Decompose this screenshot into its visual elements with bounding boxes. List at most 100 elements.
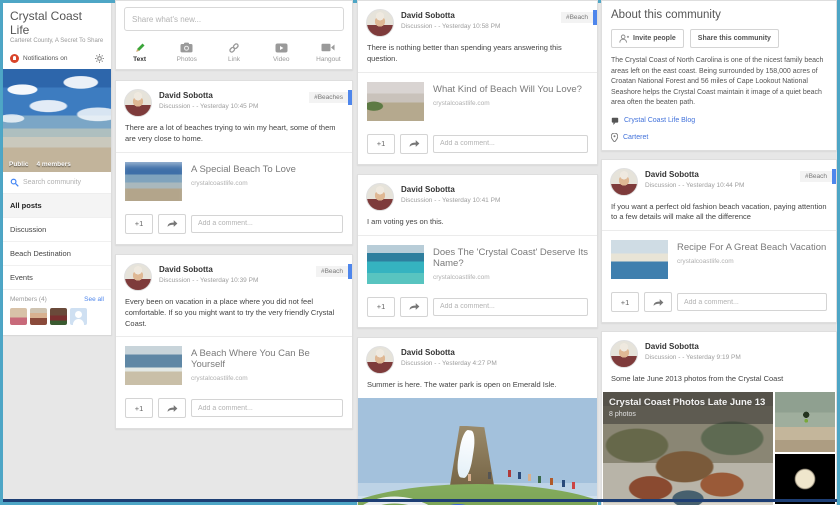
plus-one-button[interactable]: +1: [125, 213, 153, 234]
comment-input[interactable]: [191, 214, 343, 233]
link-attachment[interactable]: A Beach Where You Can Be Yourself crysta…: [116, 336, 352, 394]
community-blog-link[interactable]: Crystal Coast Life Blog: [611, 117, 827, 125]
author-name[interactable]: David Sobotta: [159, 89, 258, 100]
tab-photos[interactable]: Photos: [163, 41, 210, 63]
category-badge[interactable]: #Beach: [315, 265, 348, 277]
author-avatar[interactable]: [366, 182, 394, 211]
community-sidebar: Crystal Coast Life Carteret County, A Se…: [3, 3, 112, 335]
new-post-marker: [832, 168, 836, 184]
plus-one-button[interactable]: +1: [367, 296, 395, 317]
author-name[interactable]: David Sobotta: [401, 9, 500, 20]
author-avatar[interactable]: [124, 89, 152, 117]
share-button[interactable]: [400, 133, 428, 154]
about-description: The Crystal Coast of North Carolina is o…: [611, 57, 824, 106]
link-thumbnail[interactable]: [367, 244, 424, 284]
post-body: Summer is here. The water park is open o…: [367, 379, 557, 389]
plus-one-button[interactable]: +1: [367, 133, 395, 154]
notifications-toggle[interactable]: Notifications on: [3, 50, 111, 69]
tab-link[interactable]: Link: [210, 41, 257, 63]
window-frame-bottom: [3, 499, 837, 502]
author-name[interactable]: David Sobotta: [401, 183, 500, 194]
link-title[interactable]: Recipe For A Great Beach Vacation: [677, 240, 826, 253]
community-location-link[interactable]: Carteret: [611, 132, 827, 142]
member-avatar[interactable]: [50, 308, 67, 325]
community-cover-photo[interactable]: Public 4 members: [3, 69, 111, 172]
see-all-link[interactable]: See all: [84, 296, 104, 303]
comment-input[interactable]: [433, 134, 588, 153]
share-community-button[interactable]: Share this community: [689, 29, 779, 48]
members-header: Members (4) See all: [3, 290, 111, 306]
comment-input[interactable]: [677, 293, 827, 312]
about-community-card: About this community Invite people Share…: [601, 0, 837, 151]
pencil-icon: [116, 41, 163, 54]
author-avatar[interactable]: [610, 167, 638, 196]
category-badge[interactable]: #Beaches: [309, 92, 348, 103]
link-source: crystalcoastlife.com: [191, 179, 248, 187]
sidebar-item-beach-destination[interactable]: Beach Destination: [3, 242, 111, 266]
author-avatar[interactable]: [610, 340, 638, 369]
category-badge[interactable]: #Beach: [560, 12, 593, 23]
tab-video[interactable]: Video: [258, 41, 305, 63]
link-thumbnail[interactable]: [611, 240, 668, 280]
share-button[interactable]: [400, 296, 428, 317]
sidebar-item-events[interactable]: Events: [3, 266, 111, 290]
community-search[interactable]: Search community: [3, 172, 111, 194]
album-photo-moon[interactable]: [775, 454, 835, 505]
invite-people-button[interactable]: Invite people: [611, 29, 684, 48]
link-title[interactable]: A Beach Where You Can Be Yourself: [191, 346, 343, 370]
album-photo-child-jumping[interactable]: [775, 392, 835, 453]
member-avatar-placeholder[interactable]: [70, 308, 87, 325]
share-input[interactable]: [124, 7, 344, 31]
google-plus-community-page: Crystal Coast Life Carteret County, A Se…: [0, 0, 840, 505]
link-title[interactable]: What Kind of Beach Will You Love?: [433, 82, 582, 95]
tab-text[interactable]: Text: [116, 41, 163, 63]
member-avatar[interactable]: [30, 308, 47, 325]
post-meta: Discussion - - Yesterday 10:39 PM: [159, 276, 259, 284]
link-attachment[interactable]: A Special Beach To Love crystalcoastlife…: [116, 151, 352, 210]
new-post-marker: [348, 263, 352, 279]
sidebar-item-discussion[interactable]: Discussion: [3, 218, 111, 242]
share-button[interactable]: [644, 292, 672, 313]
share-button[interactable]: [158, 213, 186, 234]
link-source: crystalcoastlife.com: [677, 258, 734, 266]
water-park-photo[interactable]: [358, 397, 597, 505]
link-title[interactable]: Does The 'Crystal Coast' Deserve Its Nam…: [433, 245, 588, 269]
author-avatar[interactable]: [366, 9, 394, 37]
sidebar-item-all-posts[interactable]: All posts: [3, 194, 111, 218]
community-title: Crystal Coast Life: [10, 9, 83, 37]
post-card: David Sobotta Discussion - - Yesterday 1…: [357, 173, 598, 328]
share-button[interactable]: [158, 398, 186, 419]
new-post-marker: [593, 10, 597, 25]
author-avatar[interactable]: [124, 262, 152, 291]
author-name[interactable]: David Sobotta: [645, 340, 741, 351]
album-photo-count: 8 photos: [609, 411, 636, 419]
post-card: David Sobotta Discussion - - Yesterday 9…: [601, 331, 837, 505]
link-attachment[interactable]: Recipe For A Great Beach Vacation crysta…: [602, 230, 836, 288]
author-avatar[interactable]: [366, 345, 394, 374]
about-title: About this community: [611, 9, 721, 21]
link-attachment[interactable]: What Kind of Beach Will You Love? crysta…: [358, 71, 597, 130]
author-name[interactable]: David Sobotta: [645, 168, 744, 179]
album-photo-crabs[interactable]: Crystal Coast Photos Late June 13 8 phot…: [603, 392, 773, 505]
author-name[interactable]: David Sobotta: [159, 263, 258, 274]
category-badge[interactable]: #Beach: [799, 170, 832, 182]
plus-one-button[interactable]: +1: [125, 398, 153, 419]
link-title[interactable]: A Special Beach To Love: [191, 162, 296, 175]
share-composer: Text Photos: [115, 0, 353, 70]
comment-input[interactable]: [191, 399, 343, 418]
post-meta: Discussion - - Yesterday 9:19 PM: [645, 354, 741, 362]
link-thumbnail[interactable]: [367, 81, 424, 121]
members-label: Members (4): [10, 296, 47, 303]
tab-hangout[interactable]: Hangout: [305, 41, 352, 63]
author-name[interactable]: David Sobotta: [401, 346, 497, 357]
hangout-camera-icon: [305, 41, 352, 54]
plus-one-button[interactable]: +1: [611, 292, 639, 313]
member-avatar[interactable]: [10, 308, 27, 325]
link-attachment[interactable]: Does The 'Crystal Coast' Deserve Its Nam…: [358, 234, 597, 293]
link-thumbnail[interactable]: [125, 346, 182, 386]
gear-icon[interactable]: [95, 54, 104, 63]
post-card: David Sobotta Discussion - - Yesterday 1…: [357, 0, 598, 165]
comment-input[interactable]: [433, 297, 588, 316]
link-thumbnail[interactable]: [125, 161, 182, 201]
link-icon: [210, 41, 257, 54]
